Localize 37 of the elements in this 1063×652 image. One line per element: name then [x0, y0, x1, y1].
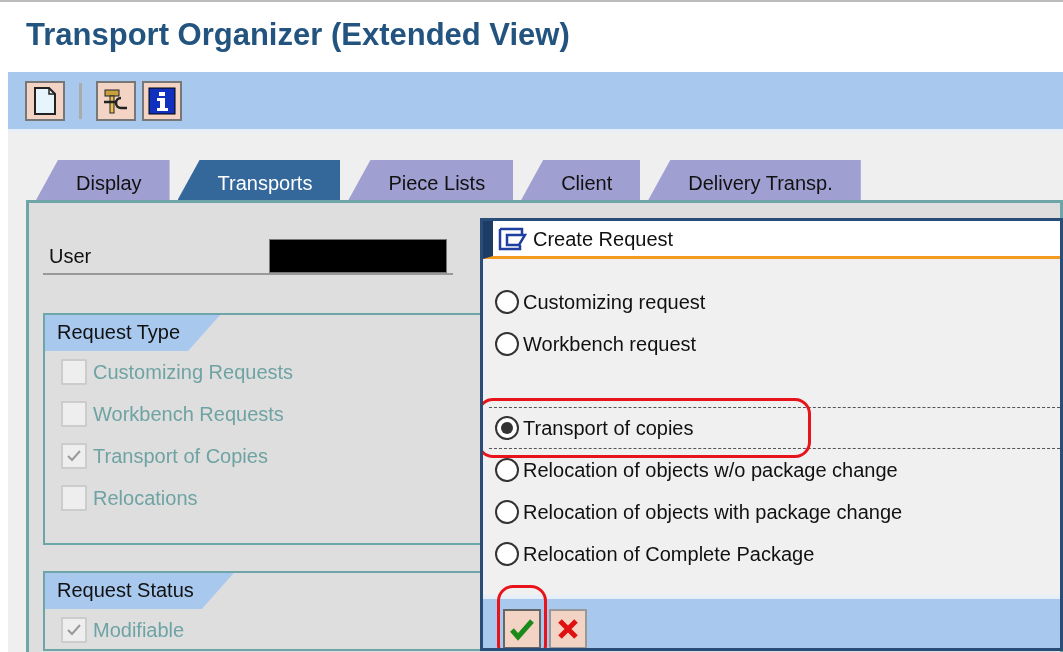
radio-button[interactable] [495, 542, 519, 566]
checkbox-label: Relocations [93, 486, 198, 511]
radio-button[interactable] [495, 332, 519, 356]
radio-button[interactable] [495, 500, 519, 524]
check-icon [66, 448, 82, 464]
radio-label: Relocation of objects with package change [523, 500, 903, 525]
confirm-button[interactable] [503, 609, 541, 648]
radio-label: Customizing request [523, 290, 706, 315]
user-label: User [48, 244, 93, 269]
checkbox-label: Modifiable [93, 618, 185, 643]
dialog-icon [497, 225, 527, 252]
cancel-button[interactable] [549, 609, 587, 648]
group-title: Request Status [45, 573, 234, 609]
radio-label: Transport of copies [523, 416, 694, 441]
tab[interactable]: Delivery Transp. [648, 160, 861, 200]
window-title: Transport Organizer (Extended View) [25, 16, 571, 54]
tools-button[interactable] [96, 80, 136, 121]
radio-button[interactable] [495, 290, 519, 314]
group-title: Request Type [45, 315, 221, 351]
radio-button[interactable] [495, 416, 519, 440]
new-document-icon [33, 85, 57, 116]
check-icon [66, 622, 82, 638]
new-button[interactable] [25, 80, 65, 121]
checkbox-label: Workbench Requests [93, 402, 284, 427]
tab[interactable]: Transports [177, 160, 341, 200]
tab[interactable]: Display [36, 160, 170, 200]
tab[interactable]: Client [521, 160, 641, 200]
radio-button[interactable] [495, 458, 519, 482]
dialog-title: Create Request [533, 226, 674, 252]
tab[interactable]: Piece Lists [348, 160, 514, 200]
checkbox-label: Transport of Copies [93, 444, 268, 469]
radio-label: Workbench request [523, 332, 697, 357]
info-button[interactable] [142, 80, 182, 121]
radio-label: Relocation of Complete Package [523, 542, 815, 567]
radio-label: Relocation of objects w/o package change [523, 458, 898, 483]
checkbox-label: Customizing Requests [93, 360, 294, 385]
info-icon [147, 85, 177, 116]
